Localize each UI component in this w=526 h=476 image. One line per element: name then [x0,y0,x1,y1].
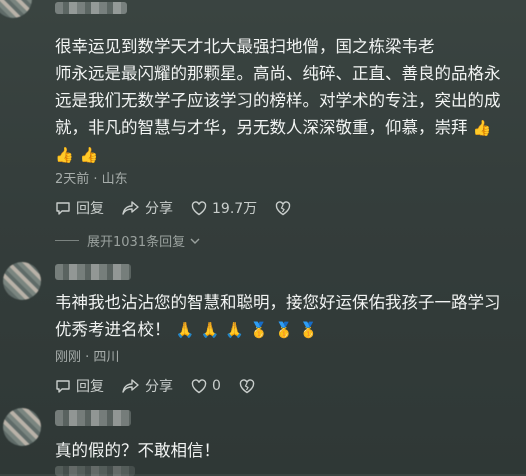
share-icon [122,379,139,393]
share-label: 分享 [145,379,173,395]
comment-actions: 回复 分享 19.7万 [55,198,314,218]
comment-line: 真的假的？不敢相信！ [55,441,220,460]
share-icon [122,201,139,215]
broken-heart-icon [239,378,255,393]
expand-replies-label: 展开1031条回复 [87,235,186,250]
comment-line: 就，非凡的智慧与才华，另无数人深深敬重，仰慕，崇拜 [55,118,468,137]
dislike-button[interactable] [239,378,260,394]
gold-medal-emoji: 🥇 [249,321,269,339]
share-button[interactable]: 分享 [122,376,173,396]
reply-button[interactable]: 回复 [55,198,104,218]
heart-icon [191,378,207,393]
comment-line: 师永远是最闪耀的那颗星。高尚、纯碎、正直、善良的品格永 [55,64,501,83]
comment-actions: 回复 分享 0 [55,376,278,396]
comment-meta: 2天前 · 山东 [55,172,128,187]
comment-line: 很幸运见到数学天才北大最强扫地僧，国之栋梁韦老 [55,37,435,56]
comment-text: 很幸运见到数学天才北大最强扫地僧，国之栋梁韦老 师永远是最闪耀的那颗星。高尚、纯… [55,33,514,168]
like-button[interactable]: 0 [191,378,221,394]
praying-hands-emoji: 🙏 [175,321,195,339]
like-count: 19.7万 [212,201,258,217]
heart-icon [191,200,207,215]
comment-text: 韦神我也沾沾您的智慧和聪明，接您好运保佑我孩子一路学习 优秀考进名校！ 🙏 🙏 … [55,289,514,343]
broken-heart-icon [275,200,291,215]
avatar[interactable] [3,262,41,300]
username-blurred[interactable] [55,264,131,280]
avatar[interactable] [3,408,41,446]
thumbs-up-emoji: 👍 [79,146,99,164]
comment-line: 韦神我也沾沾您的智慧和聪明，接您好运保佑我孩子一路学习 [55,293,501,312]
thumbs-up-emoji: 👍 [55,146,74,164]
gold-medal-emoji: 🥇 [274,321,294,339]
comment-line: 优秀考进名校！ [55,320,171,339]
dislike-button[interactable] [275,200,296,216]
comment-text: 真的假的？不敢相信！ [55,437,514,464]
chevron-down-icon [190,238,200,244]
comment-meta: 刚刚 · 四川 [55,350,120,365]
username-blurred[interactable] [55,2,127,14]
comment-line: 远是我们无数学子应该学习的榜样。对学术的专注，突出的成 [55,91,501,110]
avatar[interactable] [0,0,32,18]
divider-line [55,240,79,241]
reply-label: 回复 [76,201,104,217]
like-button[interactable]: 19.7万 [191,198,257,218]
reply-icon [56,202,70,215]
gold-medal-emoji: 🥇 [299,321,318,339]
thumbs-up-emoji: 👍 [472,119,492,137]
praying-hands-emoji: 🙏 [225,321,244,339]
reply-label: 回复 [76,379,104,395]
share-label: 分享 [145,201,173,217]
reply-button[interactable]: 回复 [55,376,104,396]
reply-icon [56,380,70,393]
username-blurred[interactable] [55,410,131,426]
praying-hands-emoji: 🙏 [200,321,220,339]
share-button[interactable]: 分享 [122,198,173,218]
comment-meta-blurred [55,466,135,476]
like-count: 0 [212,378,221,394]
expand-replies-button[interactable]: 展开1031条回复 [55,231,201,250]
